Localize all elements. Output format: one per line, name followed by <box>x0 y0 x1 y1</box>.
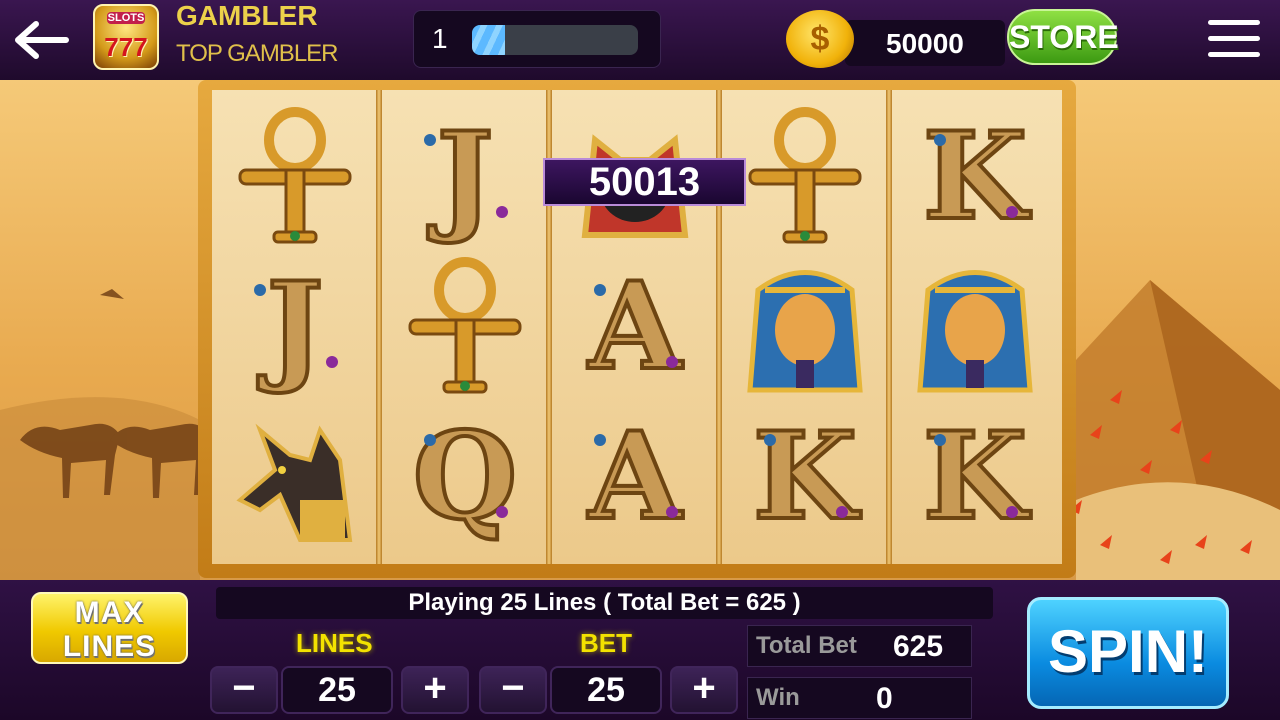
svg-text:K: K <box>753 406 861 547</box>
reel-symbol-j: J <box>254 254 338 399</box>
reel-symbol-j: J <box>424 104 508 249</box>
svg-text:K: K <box>923 406 1031 547</box>
menu-line <box>1208 20 1260 25</box>
win-value: 0 <box>876 682 893 715</box>
reel-symbol-a: A <box>585 254 685 399</box>
reel-symbol-k: K <box>921 104 1033 249</box>
reel-symbol-k: K <box>921 404 1033 549</box>
reel-frame: J J Q A A K K K <box>198 80 1076 578</box>
svg-text:A: A <box>587 406 683 547</box>
slot-scene: J J Q A A K K K 50013 <box>0 80 1280 580</box>
win-label: Win <box>756 684 800 711</box>
bet-value: 25 <box>550 666 662 714</box>
spin-button[interactable]: SPIN! <box>1027 597 1229 709</box>
svg-text:A: A <box>587 256 683 397</box>
svg-text:J: J <box>258 256 324 397</box>
bet-increase-button[interactable]: + <box>670 666 738 714</box>
reel-divider <box>886 90 892 564</box>
level-progress-fill <box>472 25 506 55</box>
store-button[interactable]: STORE <box>1007 9 1119 65</box>
bet-label: BET <box>580 628 632 658</box>
level-indicator: 1 <box>413 10 661 68</box>
reel-symbol-k: K <box>751 404 863 549</box>
status-message: Playing 25 Lines ( Total Bet = 625 ) <box>216 587 993 619</box>
svg-text:Q: Q <box>413 406 518 547</box>
reel-symbol-ankh <box>408 257 522 394</box>
player-name: GAMBLER <box>176 0 318 31</box>
player-rank: TOP GAMBLER <box>176 40 338 67</box>
control-bar: MAX LINES Playing 25 Lines ( Total Bet =… <box>0 580 1280 720</box>
logo-777-text: 777 <box>104 32 148 62</box>
game-logo: SLOTS 777 <box>93 4 159 70</box>
reel-symbol-a: A <box>585 404 685 549</box>
max-lines-label-1: MAX <box>74 596 145 629</box>
reel-symbol-ankh <box>748 107 862 244</box>
lines-value: 25 <box>281 666 393 714</box>
lines-increase-button[interactable]: + <box>401 666 469 714</box>
reel-symbol-pharaoh <box>917 270 1033 393</box>
reel-divider <box>376 90 382 564</box>
svg-text:K: K <box>923 106 1031 247</box>
win-amount-display: 50013 <box>543 158 746 206</box>
max-lines-button[interactable]: MAX LINES <box>31 592 188 664</box>
menu-line <box>1208 52 1260 57</box>
top-bar: SLOTS 777 GAMBLER TOP GAMBLER 1 $ 50000 … <box>0 0 1280 80</box>
back-arrow-icon[interactable] <box>10 18 70 62</box>
menu-line <box>1208 36 1260 41</box>
max-lines-label-2: LINES <box>62 630 157 663</box>
reel-symbol-q: Q <box>411 404 520 549</box>
dollar-coin-icon: $ <box>786 10 854 68</box>
lines-label: LINES <box>296 628 373 658</box>
level-progress-bar <box>472 25 638 55</box>
reel-symbol-pharaoh <box>747 270 863 393</box>
total-bet-label: Total Bet <box>756 632 857 659</box>
reel-symbol-anubis <box>236 423 353 542</box>
total-bet-box: Total Bet 625 <box>747 625 972 667</box>
win-box: Win 0 <box>747 677 972 719</box>
total-bet-value: 625 <box>893 630 944 663</box>
svg-text:J: J <box>428 106 494 247</box>
bet-decrease-button[interactable]: − <box>479 666 547 714</box>
logo-slots-text: SLOTS <box>107 12 145 24</box>
reel-symbol-ankh <box>238 107 352 244</box>
hamburger-menu-icon[interactable] <box>1206 16 1262 62</box>
coin-balance: 50000 <box>886 28 964 59</box>
level-number: 1 <box>432 23 448 54</box>
lines-decrease-button[interactable]: − <box>210 666 278 714</box>
